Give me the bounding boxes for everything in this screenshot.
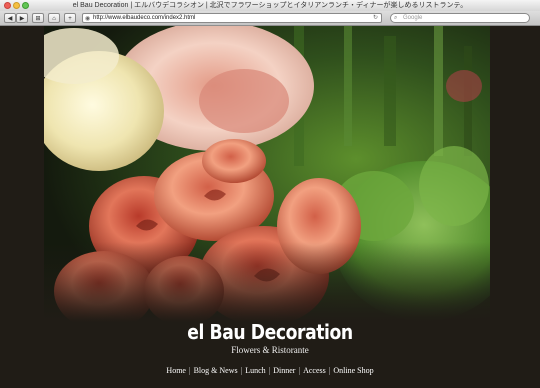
- site-favicon-icon: ◉: [85, 16, 91, 22]
- window-title: el Bau Decoration | エルバウデコラシオン | 北沢でフラワー…: [72, 2, 468, 9]
- search-icon: ⌕: [394, 15, 398, 21]
- nav-dinner[interactable]: Dinner: [273, 366, 295, 375]
- nav-separator: |: [268, 366, 271, 375]
- url-text: http://www.elbaudeco.com/index2.html: [93, 15, 196, 21]
- nav-separator: |: [240, 366, 243, 375]
- address-bar[interactable]: ◉ http://www.elbaudeco.com/index2.html ↻: [82, 13, 382, 23]
- add-bookmark-button[interactable]: +: [64, 13, 76, 23]
- forward-arrow-icon: ▶: [19, 16, 25, 22]
- back-arrow-icon: ◀: [7, 16, 13, 22]
- view-button[interactable]: ⊞: [32, 13, 44, 23]
- hero-flower-photo: [44, 26, 490, 322]
- browser-toolbar: ◀ ▶ ⊞ ⌂ + ◉ http://www.elbaudeco.com/ind…: [0, 11, 540, 26]
- main-navigation: Home | Blog & News | Lunch | Dinner | Access | Onl…: [0, 366, 540, 375]
- reload-icon[interactable]: ↻: [373, 14, 378, 23]
- nav-access[interactable]: Access: [303, 366, 326, 375]
- nav-separator: |: [328, 366, 331, 375]
- nav-lunch[interactable]: Lunch: [245, 366, 265, 375]
- photo-fade-overlay: [44, 242, 490, 322]
- site-title: el Bau Decoration: [187, 320, 353, 344]
- nav-separator: |: [188, 366, 191, 375]
- grid-icon: ⊞: [35, 16, 41, 22]
- site-subtitle: Flowers & Ristorante: [231, 345, 309, 355]
- forward-button[interactable]: ▶: [16, 13, 28, 23]
- nav-blog-news[interactable]: Blog & News: [194, 366, 238, 375]
- nav-separator: |: [298, 366, 301, 375]
- home-icon: ⌂: [52, 16, 56, 22]
- search-placeholder: Google: [403, 15, 423, 21]
- page-viewport: el Bau Decoration Flowers & Ristorante H…: [0, 26, 540, 388]
- home-button[interactable]: ⌂: [48, 13, 60, 23]
- nav-online-shop[interactable]: Online Shop: [333, 366, 373, 375]
- search-field[interactable]: ⌕ Google: [390, 13, 530, 23]
- plus-icon: +: [68, 16, 72, 22]
- back-button[interactable]: ◀: [4, 13, 16, 23]
- nav-home[interactable]: Home: [166, 366, 186, 375]
